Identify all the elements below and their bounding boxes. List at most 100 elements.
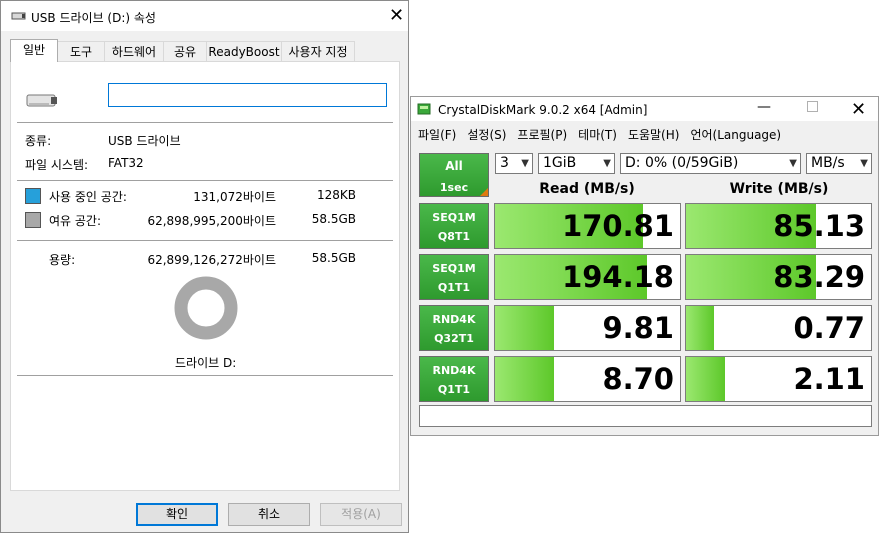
unit-select[interactable]: MB/s ▼ (806, 153, 872, 174)
test-label-2: Q8T1 (437, 230, 471, 243)
test-label-2: Q32T1 (434, 332, 474, 345)
menu-settings[interactable]: 설정(S) (467, 128, 506, 142)
properties-title: USB 드라이브 (D:) 속성 (31, 11, 156, 25)
tab-readyboost[interactable]: ReadyBoost (206, 41, 282, 61)
capacity-label: 용량: (49, 253, 76, 267)
write-header: Write (MB/s) (729, 181, 829, 197)
minimize-icon[interactable]: — (757, 99, 771, 115)
read-result: 8.70 (494, 356, 681, 402)
tab-hardware[interactable]: 하드웨어 (104, 41, 164, 61)
cancel-button[interactable]: 취소 (228, 503, 310, 526)
ok-button[interactable]: 확인 (136, 503, 218, 526)
test-label-1: RND4K (432, 364, 476, 377)
used-space-swatch (25, 188, 41, 204)
filesystem-value: FAT32 (108, 156, 144, 170)
all-button-sub: 1sec (439, 181, 469, 194)
test-label-1: SEQ1M (432, 211, 476, 224)
size-value: 1GiB (543, 155, 577, 171)
divider (17, 180, 393, 181)
drive-select[interactable]: D: 0% (0/59GiB) ▼ (620, 153, 801, 174)
tab-customize[interactable]: 사용자 지정 (281, 41, 355, 61)
type-label: 종류: (25, 134, 52, 148)
write-result: 2.11 (685, 356, 872, 402)
close-icon[interactable]: ✕ (389, 7, 404, 25)
divider (17, 240, 393, 241)
write-value: 2.11 (793, 362, 865, 396)
tab-sharing[interactable]: 공유 (163, 41, 207, 61)
read-result: 170.81 (494, 203, 681, 249)
write-bar (686, 306, 714, 350)
menu-help[interactable]: 도움말(H) (628, 128, 680, 142)
free-space-size: 58.5GB (311, 212, 356, 226)
apply-button[interactable]: 적용(A) (320, 503, 402, 526)
used-space-size: 128KB (316, 188, 356, 202)
used-space-bytes: 131,072바이트 (193, 190, 276, 204)
read-result: 194.18 (494, 254, 681, 300)
test-label-1: SEQ1M (432, 262, 476, 275)
properties-titlebar: USB 드라이브 (D:) 속성 ✕ (1, 1, 408, 31)
test-label-1: RND4K (432, 313, 476, 326)
capacity-bytes: 62,899,126,272바이트 (147, 253, 276, 267)
properties-window: USB 드라이브 (D:) 속성 ✕ 일반 도구 하드웨어 공유 ReadyBo… (0, 0, 409, 533)
write-result: 83.29 (685, 254, 872, 300)
divider (17, 375, 393, 376)
read-value: 8.70 (602, 362, 674, 396)
size-select[interactable]: 1GiB ▼ (538, 153, 615, 174)
usb-drive-icon (11, 12, 26, 20)
read-bar (495, 306, 555, 350)
read-header: Read (MB/s) (539, 181, 635, 197)
read-value: 170.81 (562, 209, 674, 243)
maximize-icon[interactable] (807, 101, 818, 112)
capacity-size: 58.5GB (311, 251, 356, 265)
divider (17, 122, 393, 123)
chevron-down-icon: ▼ (860, 158, 868, 169)
tab-general[interactable]: 일반 (10, 39, 58, 62)
cdm-titlebar: CrystalDiskMark 9.0.2 x64 [Admin] — ✕ (411, 97, 878, 121)
test-label-2: Q1T1 (437, 281, 471, 294)
menu-file[interactable]: 파일(F) (418, 128, 456, 142)
cdm-title: CrystalDiskMark 9.0.2 x64 [Admin] (438, 103, 648, 117)
menu-language[interactable]: 언어(Language) (690, 128, 781, 142)
cdm-close-icon[interactable]: ✕ (851, 101, 866, 119)
write-value: 0.77 (793, 311, 865, 345)
all-button[interactable]: All 1sec (419, 153, 489, 197)
count-select[interactable]: 3 ▼ (495, 153, 533, 174)
test-button[interactable]: SEQ1M Q8T1 (419, 203, 489, 249)
test-label-2: Q1T1 (437, 383, 471, 396)
chevron-down-icon: ▼ (789, 158, 797, 169)
menu-profile[interactable]: 프로필(P) (517, 128, 567, 142)
read-bar (495, 357, 555, 401)
read-value: 194.18 (562, 260, 674, 294)
crystaldiskmark-icon (417, 103, 431, 115)
write-result: 0.77 (685, 305, 872, 351)
all-button-label: All (445, 159, 463, 173)
type-value: USB 드라이브 (108, 134, 181, 148)
menu-theme[interactable]: 테마(T) (578, 128, 617, 142)
test-button[interactable]: RND4K Q32T1 (419, 305, 489, 351)
test-button[interactable]: RND4K Q1T1 (419, 356, 489, 402)
write-value: 83.29 (773, 260, 865, 294)
free-space-label: 여유 공간: (49, 214, 102, 228)
free-space-bytes: 62,898,995,200바이트 (147, 214, 276, 228)
comment-field[interactable] (419, 405, 872, 427)
drive-value: D: 0% (0/59GiB) (625, 155, 739, 171)
test-button[interactable]: SEQ1M Q1T1 (419, 254, 489, 300)
write-value: 85.13 (773, 209, 865, 243)
tab-tools[interactable]: 도구 (57, 41, 105, 61)
usb-drive-large-icon (26, 94, 57, 107)
free-space-swatch (25, 212, 41, 228)
crystaldiskmark-window: CrystalDiskMark 9.0.2 x64 [Admin] — ✕ 파일… (410, 96, 879, 436)
drive-name-input[interactable] (108, 83, 387, 107)
cdm-menubar: 파일(F) 설정(S) 프로필(P) 테마(T) 도움말(H) 언어(Language) (418, 126, 792, 143)
drive-label: 드라이브 D: (175, 356, 237, 370)
write-result: 85.13 (685, 203, 872, 249)
used-space-label: 사용 중인 공간: (49, 190, 127, 204)
unit-value: MB/s (811, 155, 845, 171)
general-panel: 종류: USB 드라이브 파일 시스템: FAT32 사용 중인 공간: 131… (10, 61, 400, 491)
write-bar (686, 357, 725, 401)
corner-marker (480, 188, 488, 196)
disk-usage-donut (174, 276, 238, 340)
chevron-down-icon: ▼ (521, 158, 529, 169)
read-value: 9.81 (602, 311, 674, 345)
read-result: 9.81 (494, 305, 681, 351)
